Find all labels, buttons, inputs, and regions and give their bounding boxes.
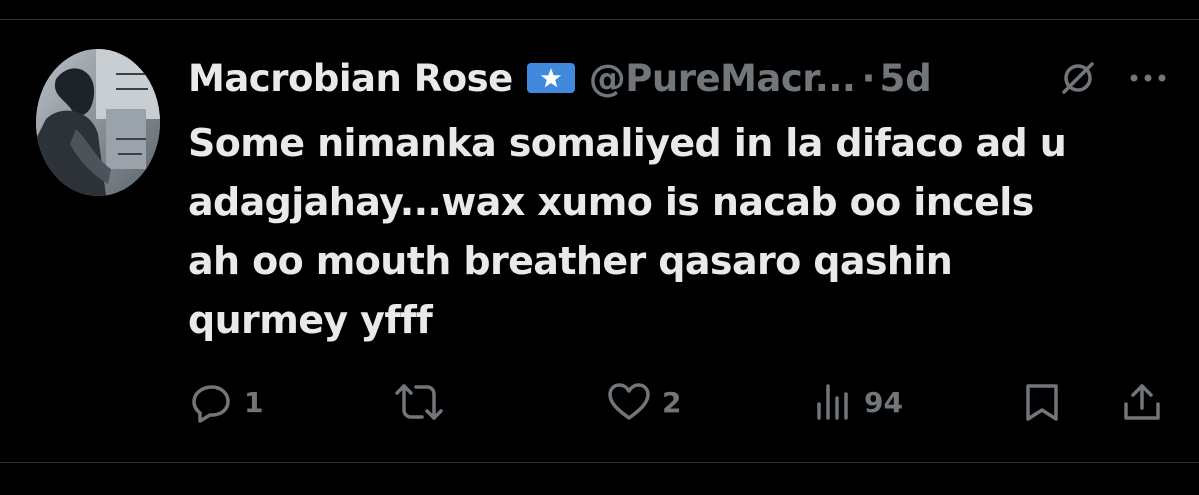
somalia-flag-icon — [526, 63, 575, 93]
bottom-divider — [0, 462, 1199, 463]
views-button[interactable]: 94 — [814, 378, 903, 426]
display-name[interactable]: Macrobian Rose — [188, 57, 513, 100]
like-count: 2 — [662, 385, 682, 419]
dot-separator: · — [861, 56, 876, 100]
avatar[interactable] — [36, 49, 160, 196]
user-handle[interactable]: @PureMacr... — [589, 57, 856, 100]
tweet-text: Some nimanka somaliyed in la difaco ad u… — [188, 121, 1067, 342]
views-icon — [817, 384, 848, 420]
reply-button[interactable]: 1 — [190, 378, 263, 426]
heart-icon — [608, 383, 650, 420]
tweet-header: Macrobian Rose @PureMacr... · 5d — [188, 50, 1178, 106]
reply-icon — [192, 385, 230, 423]
grok-icon[interactable] — [1058, 58, 1098, 98]
like-button[interactable]: 2 — [606, 378, 681, 426]
retweet-button[interactable] — [394, 378, 454, 426]
views-count: 94 — [864, 385, 903, 419]
top-divider — [0, 19, 1199, 20]
share-icon — [1124, 384, 1160, 420]
retweet-icon — [395, 384, 443, 420]
more-options-icon[interactable] — [1126, 58, 1170, 98]
reply-count: 1 — [244, 385, 264, 419]
bookmark-button[interactable] — [1020, 378, 1064, 426]
share-button[interactable] — [1120, 378, 1164, 426]
bookmark-icon — [1026, 384, 1058, 421]
timestamp[interactable]: 5d — [880, 57, 932, 100]
